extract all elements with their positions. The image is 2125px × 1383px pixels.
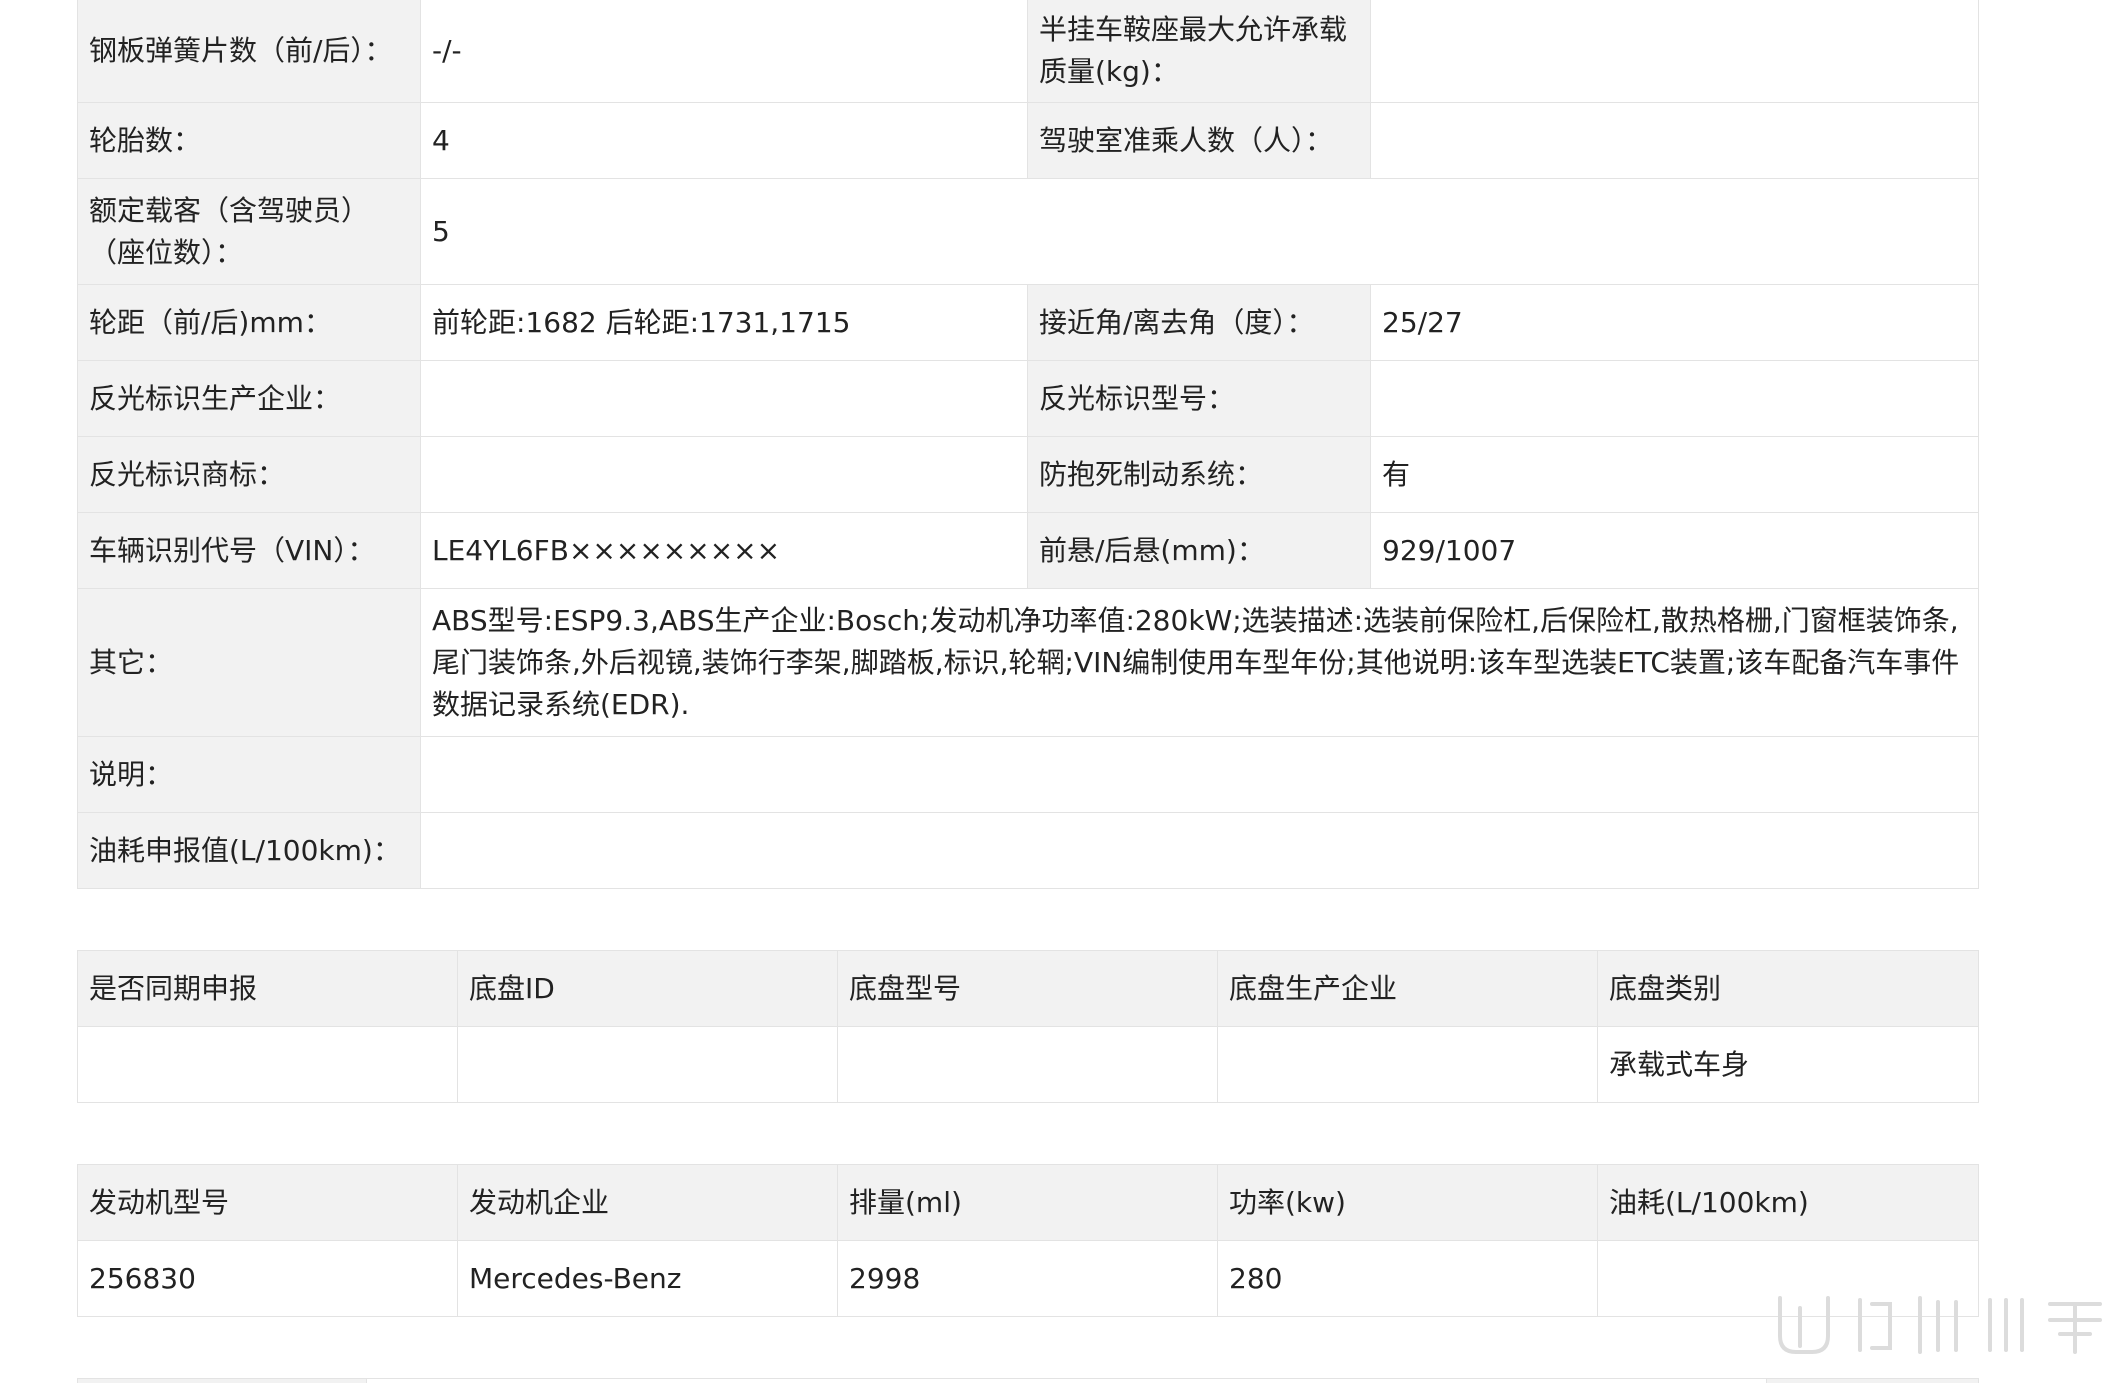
vin-label: 车辆识别代号（VIN）：: [77, 512, 421, 589]
fuel-consumption-label: 油耗申报值(L/100km)：: [77, 812, 421, 889]
approach-departure-angle-label: 接近角/离去角（度）：: [1027, 284, 1371, 361]
table-cell: Mercedes-Benz: [457, 1240, 838, 1317]
tire-count-label: 轮胎数：: [77, 102, 421, 179]
table-row: 承载式车身: [77, 1026, 1979, 1103]
vehicle-spec-page: 钢板弹簧片数（前/后）： -/- 半挂车鞍座最大允许承载质量(kg)： 轮胎数：…: [0, 0, 2125, 1383]
table-row: 反光标识生产企业： 反光标识型号：: [77, 360, 1979, 437]
table-row: 反光标识商标： 防抱死制动系统： 有: [77, 436, 1979, 513]
notes-value: [420, 736, 1979, 813]
table-header-row: 发动机型号 发动机企业 排量(ml) 功率(kw) 油耗(L/100km): [77, 1164, 1979, 1241]
table-header-row: 是否同期申报 底盘ID 底盘型号 底盘生产企业 底盘类别: [77, 950, 1979, 1027]
reflector-model-value: [1370, 360, 1979, 437]
reflector-maker-value: [420, 360, 1028, 437]
table-header-row: [77, 1378, 1979, 1383]
reflector-brand-label: 反光标识商标：: [77, 436, 421, 513]
table-cell: [366, 1378, 1767, 1383]
abs-system-label: 防抱死制动系统：: [1027, 436, 1371, 513]
table-cell: 2998: [837, 1240, 1218, 1317]
table-cell: 256830: [77, 1240, 458, 1317]
leaf-spring-count-label: 钢板弹簧片数（前/后）：: [77, 0, 421, 103]
table-row: 轮距（前/后)mm： 前轮距:1682 后轮距:1731,1715 接近角/离去…: [77, 284, 1979, 361]
tire-count-value: 4: [420, 102, 1028, 179]
engine-table: 发动机型号 发动机企业 排量(ml) 功率(kw) 油耗(L/100km) 25…: [77, 1164, 1979, 1317]
table-row: 额定载客（含驾驶员）（座位数）： 5: [77, 178, 1979, 285]
table-cell: [457, 1026, 838, 1103]
table-row: 其它： ABS型号:ESP9.3,ABS生产企业:Bosch;发动机净功率值:2…: [77, 588, 1979, 737]
table-cell: [77, 1026, 458, 1103]
column-header: 发动机企业: [457, 1164, 838, 1241]
table-row: 钢板弹簧片数（前/后）： -/- 半挂车鞍座最大允许承载质量(kg)：: [77, 0, 1979, 103]
table-cell: 280: [1217, 1240, 1598, 1317]
track-width-label: 轮距（前/后)mm：: [77, 284, 421, 361]
notes-label: 说明：: [77, 736, 421, 813]
abs-system-value: 有: [1370, 436, 1979, 513]
watermark-logo-icon: [1778, 1296, 2102, 1354]
table-row: 车辆识别代号（VIN）： LE4YL6FB××××××××× 前悬/后悬(mm)…: [77, 512, 1979, 589]
next-table-partial: [77, 1378, 1979, 1383]
other-label: 其它：: [77, 588, 421, 737]
column-header: 底盘类别: [1597, 950, 1979, 1027]
leaf-spring-count-value: -/-: [420, 0, 1028, 103]
rated-passengers-value: 5: [420, 178, 1979, 285]
table-cell: [1217, 1026, 1598, 1103]
table-cell: [1766, 1378, 1979, 1383]
table-row: 轮胎数： 4 驾驶室准乘人数（人）：: [77, 102, 1979, 179]
table-row: 256830 Mercedes-Benz 2998 280: [77, 1240, 1979, 1317]
cab-occupancy-label: 驾驶室准乘人数（人）：: [1027, 102, 1371, 179]
column-header: 底盘ID: [457, 950, 838, 1027]
reflector-model-label: 反光标识型号：: [1027, 360, 1371, 437]
table-row: 说明：: [77, 736, 1979, 813]
rated-passengers-label: 额定载客（含驾驶员）（座位数）：: [77, 178, 421, 285]
column-header: 排量(ml): [837, 1164, 1218, 1241]
vehicle-spec-table: 钢板弹簧片数（前/后）： -/- 半挂车鞍座最大允许承载质量(kg)： 轮胎数：…: [77, 0, 1979, 889]
table-cell: [77, 1378, 367, 1383]
table-cell: [837, 1026, 1218, 1103]
cab-occupancy-value: [1370, 102, 1979, 179]
table-cell: 承载式车身: [1597, 1026, 1979, 1103]
saddle-max-load-label: 半挂车鞍座最大允许承载质量(kg)：: [1027, 0, 1371, 103]
reflector-brand-value: [420, 436, 1028, 513]
overhang-value: 929/1007: [1370, 512, 1979, 589]
reflector-maker-label: 反光标识生产企业：: [77, 360, 421, 437]
column-header: 发动机型号: [77, 1164, 458, 1241]
column-header: 功率(kw): [1217, 1164, 1598, 1241]
saddle-max-load-value: [1370, 0, 1979, 103]
column-header: 底盘生产企业: [1217, 950, 1598, 1027]
chassis-table: 是否同期申报 底盘ID 底盘型号 底盘生产企业 底盘类别 承载式车身: [77, 950, 1979, 1103]
approach-departure-angle-value: 25/27: [1370, 284, 1979, 361]
table-row: 油耗申报值(L/100km)：: [77, 812, 1979, 889]
column-header: 油耗(L/100km): [1597, 1164, 1979, 1241]
fuel-consumption-value: [420, 812, 1979, 889]
column-header: 底盘型号: [837, 950, 1218, 1027]
overhang-label: 前悬/后悬(mm)：: [1027, 512, 1371, 589]
vin-value: LE4YL6FB×××××××××: [420, 512, 1028, 589]
track-width-value: 前轮距:1682 后轮距:1731,1715: [420, 284, 1028, 361]
other-value: ABS型号:ESP9.3,ABS生产企业:Bosch;发动机净功率值:280kW…: [420, 588, 1979, 737]
column-header: 是否同期申报: [77, 950, 458, 1027]
